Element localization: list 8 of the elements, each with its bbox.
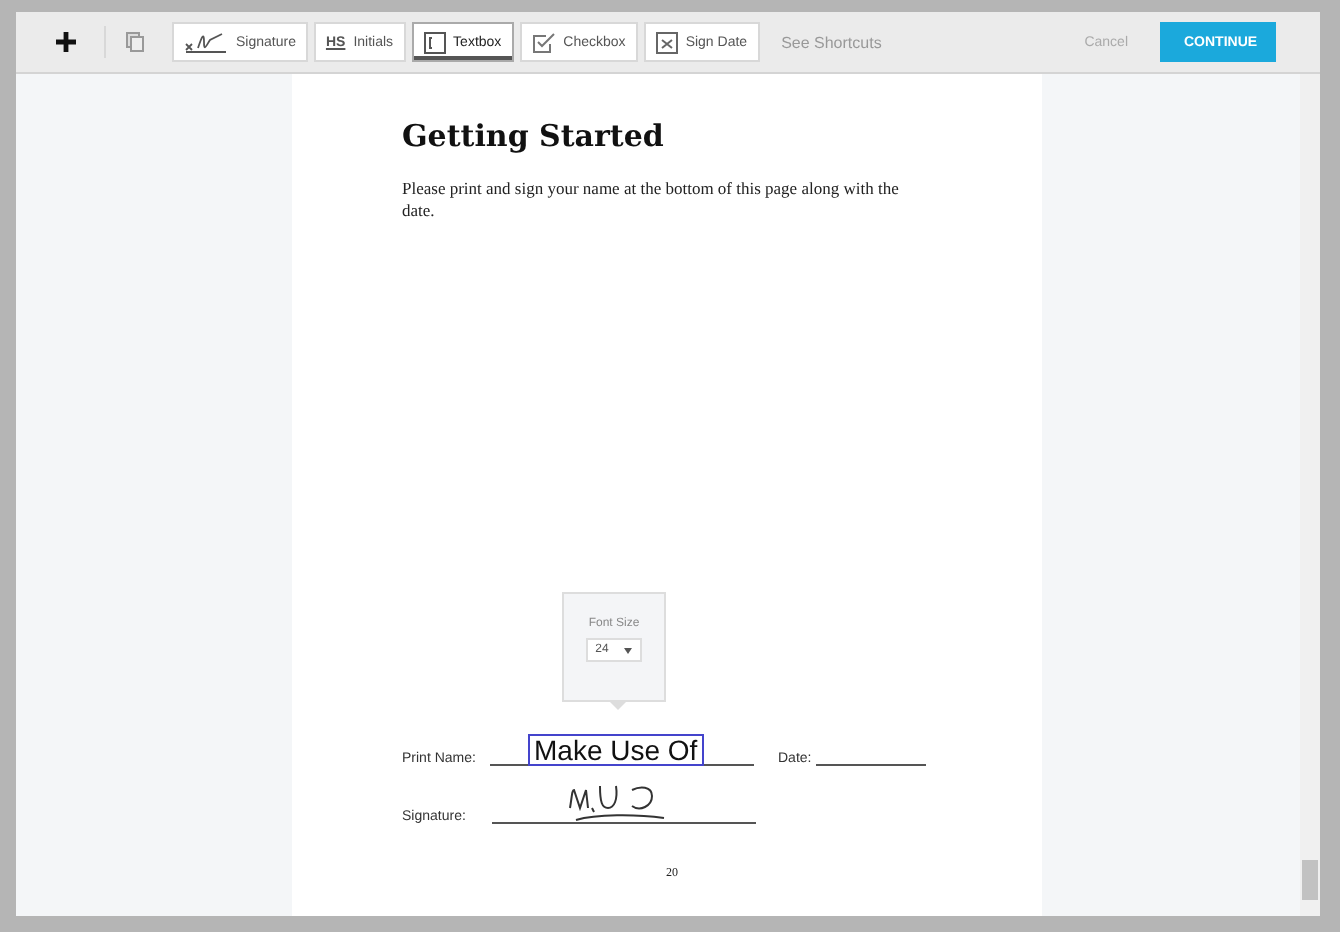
text-field[interactable]: Make Use Of	[528, 734, 704, 767]
instruction-paragraph: Please print and sign your name at the bottom of this page along with the date.	[402, 178, 901, 221]
checkbox-icon	[531, 31, 556, 53]
document-title: Getting Started	[402, 118, 666, 154]
plus-icon[interactable]	[56, 32, 76, 52]
caret-icon	[624, 647, 633, 653]
signature-icon	[184, 30, 228, 54]
textbox-icon	[423, 31, 446, 53]
